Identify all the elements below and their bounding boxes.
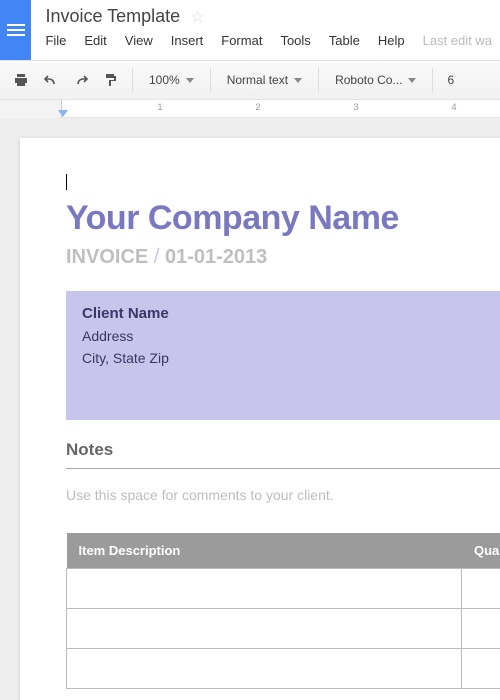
chevron-down-icon: [408, 78, 416, 83]
paint-roller-icon: [103, 72, 119, 88]
client-name: Client Name: [82, 305, 500, 322]
menu-format[interactable]: Format: [221, 33, 262, 48]
table-header-row: Item Description Quanti: [67, 533, 500, 569]
font-value: Roboto Co...: [335, 73, 402, 87]
menu-view[interactable]: View: [125, 33, 153, 48]
style-value: Normal text: [227, 73, 288, 87]
invoice-line[interactable]: INVOICE / 01-01-2013: [66, 246, 500, 269]
zoom-value: 100%: [149, 73, 180, 87]
ruler-tick-label: 4: [451, 102, 456, 112]
menu-file[interactable]: File: [45, 33, 66, 48]
font-size-dropdown[interactable]: 6: [441, 67, 460, 93]
company-name[interactable]: Your Company Name: [66, 199, 500, 238]
paint-format-button[interactable]: [98, 67, 124, 93]
notes-divider: [66, 468, 500, 469]
font-size-value: 6: [447, 73, 454, 87]
toolbar-separator: [132, 68, 133, 92]
redo-button[interactable]: [68, 67, 94, 93]
toolbar: 100% Normal text Roboto Co... 6: [0, 60, 500, 100]
toolbar-separator: [432, 68, 433, 92]
client-info-box[interactable]: Client Name Address City, State Zip: [66, 291, 500, 420]
table-row[interactable]: [67, 609, 500, 649]
toolbar-separator: [318, 68, 319, 92]
document-title[interactable]: Invoice Template: [45, 6, 180, 27]
title-area: Invoice Template ☆ File Edit View Insert…: [31, 0, 500, 48]
menu-bar: File Edit View Insert Format Tools Table…: [45, 33, 492, 48]
undo-button[interactable]: [38, 67, 64, 93]
menu-table[interactable]: Table: [329, 33, 360, 48]
menu-insert[interactable]: Insert: [171, 33, 204, 48]
star-icon[interactable]: ☆: [190, 7, 204, 27]
table-row[interactable]: [67, 649, 500, 689]
app-menu-button[interactable]: [0, 0, 31, 60]
chevron-down-icon: [186, 78, 194, 83]
edit-status: Last edit wa: [423, 33, 492, 48]
print-button[interactable]: [8, 67, 34, 93]
invoice-date: 01-01-2013: [165, 246, 267, 268]
ruler-left-margin: [0, 100, 62, 118]
toolbar-separator: [210, 68, 211, 92]
redo-icon: [73, 72, 89, 88]
invoice-slash: /: [154, 246, 160, 268]
menu-tools[interactable]: Tools: [280, 33, 310, 48]
paragraph-style-dropdown[interactable]: Normal text: [219, 67, 310, 93]
notes-heading[interactable]: Notes: [66, 440, 500, 460]
titlebar: Invoice Template ☆ File Edit View Insert…: [0, 0, 500, 60]
indent-marker[interactable]: [58, 110, 68, 117]
ruler-tick-label: 2: [255, 102, 260, 112]
menu-help[interactable]: Help: [378, 33, 405, 48]
client-address: Address: [82, 328, 500, 344]
print-icon: [13, 72, 29, 88]
ruler-tick-label: 3: [353, 102, 358, 112]
notes-body[interactable]: Use this space for comments to your clie…: [66, 487, 500, 503]
col-item-description: Item Description: [67, 533, 462, 569]
invoice-label: INVOICE: [66, 246, 148, 268]
undo-icon: [43, 72, 59, 88]
horizontal-ruler[interactable]: 1 2 3 4: [0, 100, 500, 118]
table-row[interactable]: [67, 569, 500, 609]
items-table[interactable]: Item Description Quanti: [66, 533, 500, 689]
client-city-state-zip: City, State Zip: [82, 350, 500, 366]
page[interactable]: Your Company Name INVOICE / 01-01-2013 C…: [20, 138, 500, 700]
text-cursor: [66, 174, 67, 190]
chevron-down-icon: [294, 78, 302, 83]
col-quantity: Quanti: [462, 533, 500, 569]
zoom-dropdown[interactable]: 100%: [141, 67, 202, 93]
ruler-tick-label: 1: [157, 102, 162, 112]
document-canvas[interactable]: Your Company Name INVOICE / 01-01-2013 C…: [0, 118, 500, 700]
font-family-dropdown[interactable]: Roboto Co...: [327, 67, 424, 93]
menu-edit[interactable]: Edit: [84, 33, 106, 48]
hamburger-icon: [7, 24, 25, 36]
